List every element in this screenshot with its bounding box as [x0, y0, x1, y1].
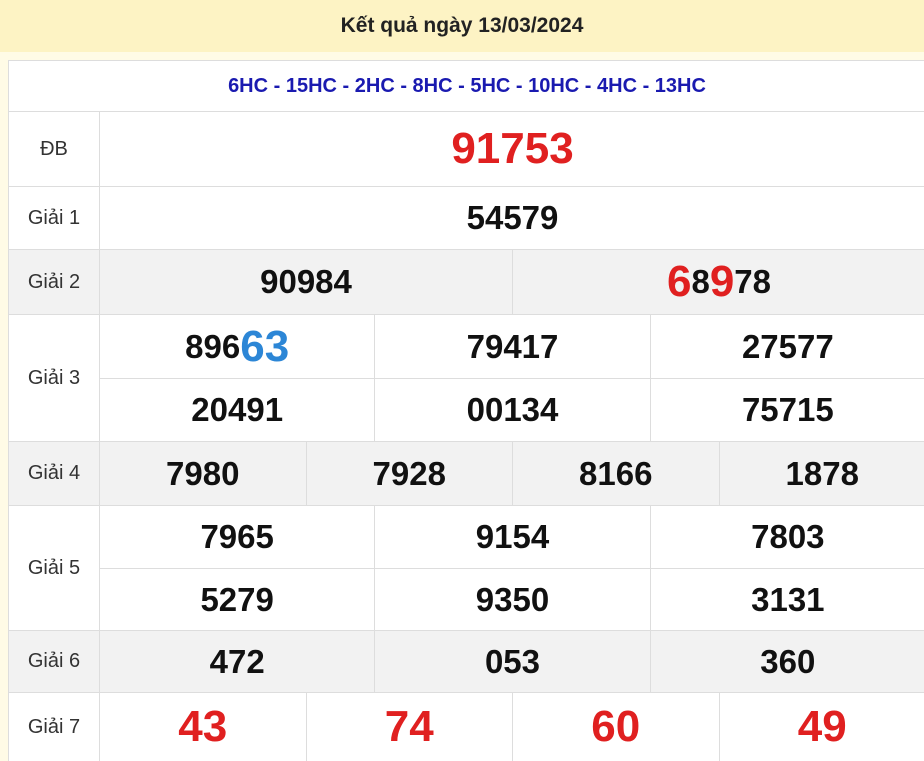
- label-prize-1: Giải 1: [9, 187, 100, 249]
- row-prize-2: Giải 2 90984 68978: [9, 250, 924, 315]
- digit-highlight: 9: [710, 257, 734, 307]
- row-prize-1: Giải 1 54579: [9, 187, 924, 250]
- label-prize-7: Giải 7: [9, 693, 100, 761]
- digit-highlight: 6: [667, 257, 691, 307]
- label-prize-6: Giải 6: [9, 631, 100, 692]
- prize-3-number: 79417: [375, 315, 650, 378]
- prize-5-number: 3131: [651, 569, 924, 630]
- prize-5-number: 5279: [100, 569, 375, 630]
- prize-3-number: 00134: [375, 379, 650, 441]
- results-table: 6HC - 15HC - 2HC - 8HC - 5HC - 10HC - 4H…: [8, 60, 924, 761]
- header-title: Kết quả ngày 13/03/2024: [341, 14, 584, 38]
- prize-6-number: 053: [375, 631, 650, 692]
- prize-7-number: 43: [100, 693, 307, 761]
- prize-3-number: 27577: [651, 315, 924, 378]
- prize-4-number: 8166: [513, 442, 720, 505]
- prize-7-number: 60: [513, 693, 720, 761]
- digit-plain: 896: [185, 328, 240, 366]
- row-prize-4: Giải 4 7980 7928 8166 1878: [9, 442, 924, 506]
- label-special: ĐB: [9, 112, 100, 186]
- prize-5-number: 9154: [375, 506, 650, 568]
- row-prize-7: Giải 7 43 74 60 49: [9, 693, 924, 761]
- label-prize-4: Giải 4: [9, 442, 100, 505]
- special-prize-number: 91753: [100, 112, 924, 186]
- prize-7-number: 49: [720, 693, 924, 761]
- digit-highlight: 63: [240, 322, 289, 372]
- prize-3-number: 75715: [651, 379, 924, 441]
- prize-4-number: 7980: [100, 442, 307, 505]
- digit-plain: 78: [734, 263, 771, 301]
- label-prize-5: Giải 5: [9, 506, 100, 630]
- prize-6-number: 472: [100, 631, 375, 692]
- prize-2-number: 68978: [513, 250, 924, 314]
- row-prize-5: Giải 5 7965 9154 7803 5279 9350 3131: [9, 506, 924, 631]
- row-special: ĐB 91753: [9, 112, 924, 187]
- prize-3-number: 89663: [100, 315, 375, 378]
- prize-4-number: 1878: [720, 442, 924, 505]
- row-prize-6: Giải 6 472 053 360: [9, 631, 924, 693]
- prize-5-number: 7965: [100, 506, 375, 568]
- prize-2-number: 90984: [100, 250, 513, 314]
- prize-4-number: 7928: [307, 442, 514, 505]
- prize-7-number: 74: [307, 693, 514, 761]
- label-prize-2: Giải 2: [9, 250, 100, 314]
- result-date-header: Kết quả ngày 13/03/2024: [0, 0, 924, 52]
- prize-5-number: 7803: [651, 506, 924, 568]
- prize-3-number: 20491: [100, 379, 375, 441]
- row-prize-3: Giải 3 89663 79417 27577 20491 00134 757…: [9, 315, 924, 442]
- digit-plain: 8: [691, 263, 709, 301]
- prize-6-number: 360: [651, 631, 924, 692]
- draw-codes: 6HC - 15HC - 2HC - 8HC - 5HC - 10HC - 4H…: [9, 61, 924, 112]
- prize-5-number: 9350: [375, 569, 650, 630]
- prize-1-number: 54579: [100, 187, 924, 249]
- label-prize-3: Giải 3: [9, 315, 100, 441]
